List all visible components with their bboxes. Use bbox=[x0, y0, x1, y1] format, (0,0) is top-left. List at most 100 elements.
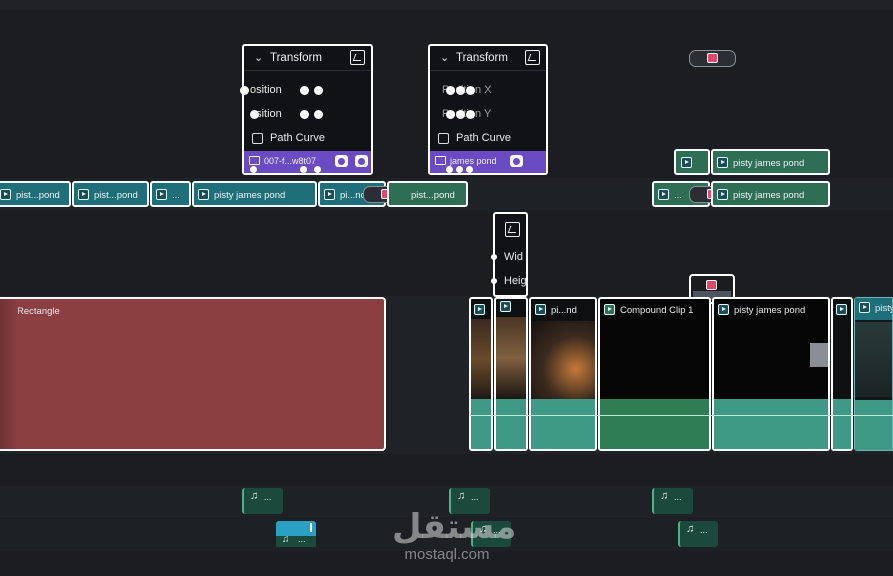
curve-icon[interactable] bbox=[525, 50, 540, 65]
timeline-ruler[interactable] bbox=[0, 0, 893, 10]
keyframe-icon[interactable] bbox=[300, 166, 307, 173]
popup-title: Transform bbox=[270, 52, 322, 64]
property-row-height[interactable]: Heig bbox=[491, 271, 527, 293]
video-clip-v1-3[interactable]: pi...nd bbox=[529, 297, 597, 451]
image-icon bbox=[249, 156, 260, 165]
keyframe-icon[interactable] bbox=[446, 110, 455, 119]
music-note-icon: ♫ bbox=[250, 490, 259, 502]
audio-waveform bbox=[855, 400, 892, 450]
keyframe-icon[interactable] bbox=[466, 86, 475, 95]
property-label: osition bbox=[250, 84, 282, 96]
music-note-icon: ♫ bbox=[686, 523, 695, 535]
music-note-icon: ♫ bbox=[660, 490, 669, 502]
path-curve-row[interactable]: Path Curve bbox=[244, 128, 371, 150]
curve-icon[interactable] bbox=[350, 50, 365, 65]
clip-label: ... bbox=[674, 190, 682, 201]
keyframe-icon[interactable] bbox=[491, 278, 497, 284]
property-row-position-x[interactable]: Position X bbox=[430, 80, 546, 102]
keyframe-toggle-icon[interactable] bbox=[510, 155, 523, 167]
property-row-position-y[interactable]: osition bbox=[244, 104, 371, 126]
image-icon bbox=[435, 156, 446, 165]
clip-label: pist...pond bbox=[94, 190, 138, 201]
chevron-down-icon[interactable]: ⌄ bbox=[440, 51, 449, 64]
video-clip-v1-1[interactable] bbox=[469, 297, 493, 451]
marker-icon bbox=[707, 53, 718, 63]
keyframe-icon[interactable] bbox=[250, 166, 257, 173]
keyframe-icon[interactable] bbox=[456, 166, 463, 173]
property-row-position-y[interactable]: Position Y bbox=[430, 104, 546, 126]
keyframe-icon[interactable] bbox=[446, 86, 455, 95]
video-clip-v1-6[interactable] bbox=[831, 297, 853, 451]
path-curve-checkbox[interactable] bbox=[438, 133, 449, 144]
compound-clip[interactable]: Compound Clip 1 bbox=[598, 297, 711, 451]
watermark: مستقل mostaql.com bbox=[392, 508, 516, 574]
video-clip-icon bbox=[859, 302, 870, 313]
path-curve-label: Path Curve bbox=[456, 132, 512, 144]
video-clip-icon bbox=[718, 304, 729, 315]
video-clip-icon bbox=[717, 157, 728, 168]
video-clip-icon bbox=[658, 189, 669, 200]
video-clip-icon bbox=[681, 157, 692, 168]
keyframe-icon[interactable] bbox=[240, 86, 249, 95]
path-curve-label: Path Curve bbox=[270, 132, 326, 144]
transform-keyframe-popup-narrow[interactable]: Wid Heig bbox=[491, 212, 528, 297]
clip-label: ... bbox=[298, 534, 306, 544]
keyframe-icon[interactable] bbox=[314, 110, 323, 119]
clip-pisty-james-pond[interactable]: pisty james pond bbox=[711, 149, 830, 175]
keyframe-icon[interactable] bbox=[314, 86, 323, 95]
audio-clip-6[interactable]: ♫ ... bbox=[678, 521, 718, 547]
video-clip-v1-7[interactable]: pisty bbox=[854, 297, 893, 451]
clip-bar-purple[interactable]: 007-f...w8t07 bbox=[244, 151, 371, 173]
music-note-icon: ♫ bbox=[457, 490, 466, 502]
keyframe-toggle-icon[interactable] bbox=[335, 155, 348, 167]
video-clip-icon bbox=[717, 189, 728, 200]
keyframe-icon[interactable] bbox=[491, 254, 497, 260]
clip-label: Compound Clip 1 bbox=[620, 305, 694, 316]
clip-bar-purple[interactable]: james pond bbox=[430, 151, 546, 173]
clip-v2-1[interactable]: pist...pond bbox=[0, 181, 71, 207]
keyframe-icon[interactable] bbox=[466, 166, 473, 173]
keyframe-icon[interactable] bbox=[456, 110, 465, 119]
clip-v2-8[interactable]: pisty james pond bbox=[711, 181, 830, 207]
audio-clip-3[interactable]: ♫ ... bbox=[652, 488, 693, 514]
clip-v2-4[interactable]: pisty james pond bbox=[192, 181, 317, 207]
video-clip-v1-5[interactable]: pisty james pond bbox=[712, 297, 830, 451]
path-curve-checkbox[interactable] bbox=[252, 133, 263, 144]
video-clip-v1-2[interactable] bbox=[494, 297, 528, 451]
compound-clip-icon bbox=[604, 304, 615, 315]
keyframe-icon[interactable] bbox=[300, 110, 309, 119]
curve-icon[interactable] bbox=[505, 222, 520, 237]
keyframe-icon[interactable] bbox=[446, 166, 453, 173]
keyframe-icon[interactable] bbox=[456, 86, 465, 95]
property-row-position-x[interactable]: osition bbox=[240, 80, 371, 102]
audio-clip-selected[interactable]: ♫ ... bbox=[276, 521, 316, 547]
marker-icon bbox=[706, 280, 717, 290]
thumbnail bbox=[810, 343, 828, 367]
property-row-width[interactable]: Wid bbox=[491, 247, 526, 269]
clip-v2-3[interactable]: ... bbox=[150, 181, 191, 207]
video-clip-icon bbox=[198, 189, 209, 200]
transform-keyframe-popup-left[interactable]: ⌄ Transform osition osition Path Curve 0… bbox=[240, 44, 373, 175]
rectangle-clip[interactable]: Rectangle bbox=[0, 297, 386, 451]
transform-keyframe-popup-middle[interactable]: ⌄ Transform Position X Position Y Path C… bbox=[428, 44, 548, 175]
audio-waveform bbox=[531, 399, 595, 449]
clip-marker[interactable] bbox=[689, 50, 736, 67]
chevron-down-icon[interactable]: ⌄ bbox=[254, 51, 263, 64]
clip-label: pisty james pond bbox=[214, 190, 286, 201]
clip-label: pisty bbox=[875, 303, 893, 314]
property-label: Wid bbox=[504, 251, 523, 263]
clip-label: ... bbox=[471, 492, 479, 502]
clip-green-small[interactable] bbox=[674, 149, 710, 175]
clip-label: Rectangle bbox=[17, 306, 60, 317]
clip-v2-6[interactable]: pist...pond bbox=[387, 181, 468, 207]
clip-label: pisty james pond bbox=[733, 190, 805, 201]
thumbnail bbox=[855, 322, 892, 397]
keyframe-icon[interactable] bbox=[300, 86, 309, 95]
audio-clip-1[interactable]: ♫ ... bbox=[242, 488, 283, 514]
keyframe-icon[interactable] bbox=[466, 110, 475, 119]
wrench-icon[interactable] bbox=[355, 155, 368, 167]
path-curve-row[interactable]: Path Curve bbox=[430, 128, 546, 150]
keyframe-icon[interactable] bbox=[314, 166, 321, 173]
clip-v2-2[interactable]: pist...pond bbox=[72, 181, 149, 207]
audio-level-line bbox=[470, 415, 893, 416]
